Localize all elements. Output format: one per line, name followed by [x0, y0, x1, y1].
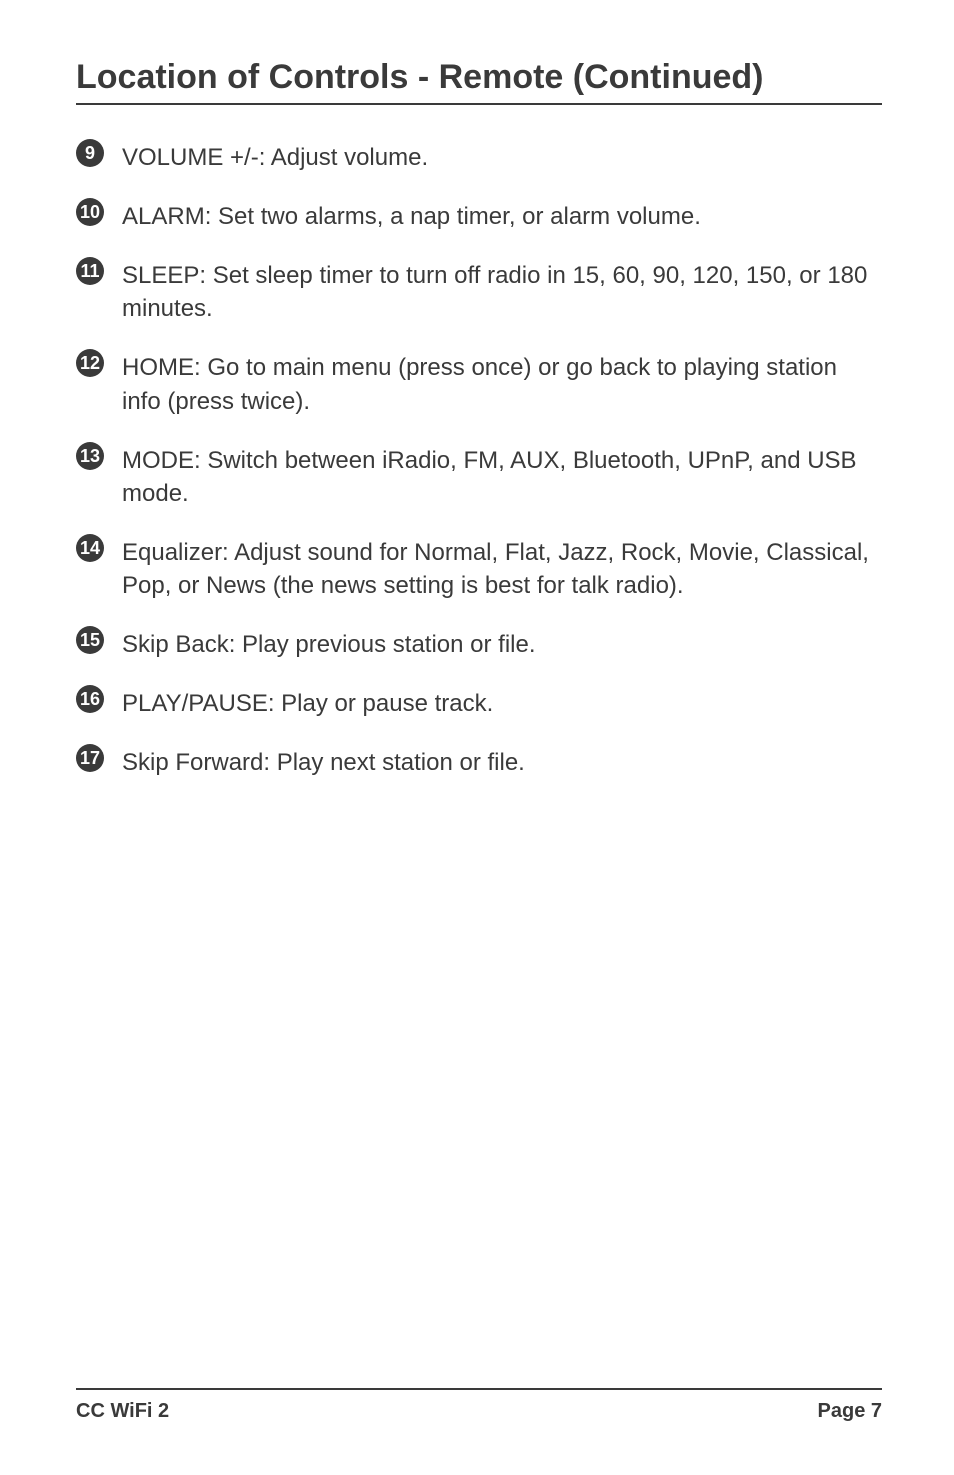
- item-number-badge: 10: [76, 198, 122, 226]
- list-item: 13 MODE: Switch between iRadio, FM, AUX,…: [76, 444, 882, 510]
- list-item: 9 VOLUME +/-: Adjust volume.: [76, 141, 882, 174]
- number-circle-icon: 13: [76, 442, 104, 470]
- number-circle-icon: 15: [76, 626, 104, 654]
- item-number-badge: 15: [76, 626, 122, 654]
- list-item: 12 HOME: Go to main menu (press once) or…: [76, 351, 882, 417]
- page-title: Location of Controls - Remote (Continued…: [76, 58, 882, 105]
- item-number-badge: 16: [76, 685, 122, 713]
- footer-right: Page 7: [818, 1400, 882, 1423]
- item-description: ALARM: Set two alarms, a nap timer, or a…: [122, 200, 701, 233]
- item-number-badge: 12: [76, 349, 122, 377]
- number-circle-icon: 17: [76, 744, 104, 772]
- item-description: SLEEP: Set sleep timer to turn off radio…: [122, 259, 882, 325]
- list-item: 15 Skip Back: Play previous station or f…: [76, 628, 882, 661]
- list-item: 16 PLAY/PAUSE: Play or pause track.: [76, 687, 882, 720]
- number-circle-icon: 9: [76, 139, 104, 167]
- item-description: Equalizer: Adjust sound for Normal, Flat…: [122, 536, 882, 602]
- item-description: Skip Forward: Play next station or file.: [122, 746, 525, 779]
- item-description: HOME: Go to main menu (press once) or go…: [122, 351, 882, 417]
- page-footer: CC WiFi 2 Page 7: [76, 1388, 882, 1423]
- number-circle-icon: 11: [76, 257, 104, 285]
- number-circle-icon: 16: [76, 685, 104, 713]
- list-item: 11 SLEEP: Set sleep timer to turn off ra…: [76, 259, 882, 325]
- item-number-badge: 14: [76, 534, 122, 562]
- item-number-badge: 13: [76, 442, 122, 470]
- item-description: PLAY/PAUSE: Play or pause track.: [122, 687, 493, 720]
- item-description: Skip Back: Play previous station or file…: [122, 628, 536, 661]
- item-description: VOLUME +/-: Adjust volume.: [122, 141, 428, 174]
- list-item: 14 Equalizer: Adjust sound for Normal, F…: [76, 536, 882, 602]
- item-number-badge: 11: [76, 257, 122, 285]
- number-circle-icon: 12: [76, 349, 104, 377]
- footer-left: CC WiFi 2: [76, 1400, 169, 1423]
- list-item: 10 ALARM: Set two alarms, a nap timer, o…: [76, 200, 882, 233]
- number-circle-icon: 10: [76, 198, 104, 226]
- controls-list: 9 VOLUME +/-: Adjust volume. 10 ALARM: S…: [76, 141, 882, 1388]
- number-circle-icon: 14: [76, 534, 104, 562]
- item-number-badge: 17: [76, 744, 122, 772]
- item-description: MODE: Switch between iRadio, FM, AUX, Bl…: [122, 444, 882, 510]
- item-number-badge: 9: [76, 139, 122, 167]
- list-item: 17 Skip Forward: Play next station or fi…: [76, 746, 882, 779]
